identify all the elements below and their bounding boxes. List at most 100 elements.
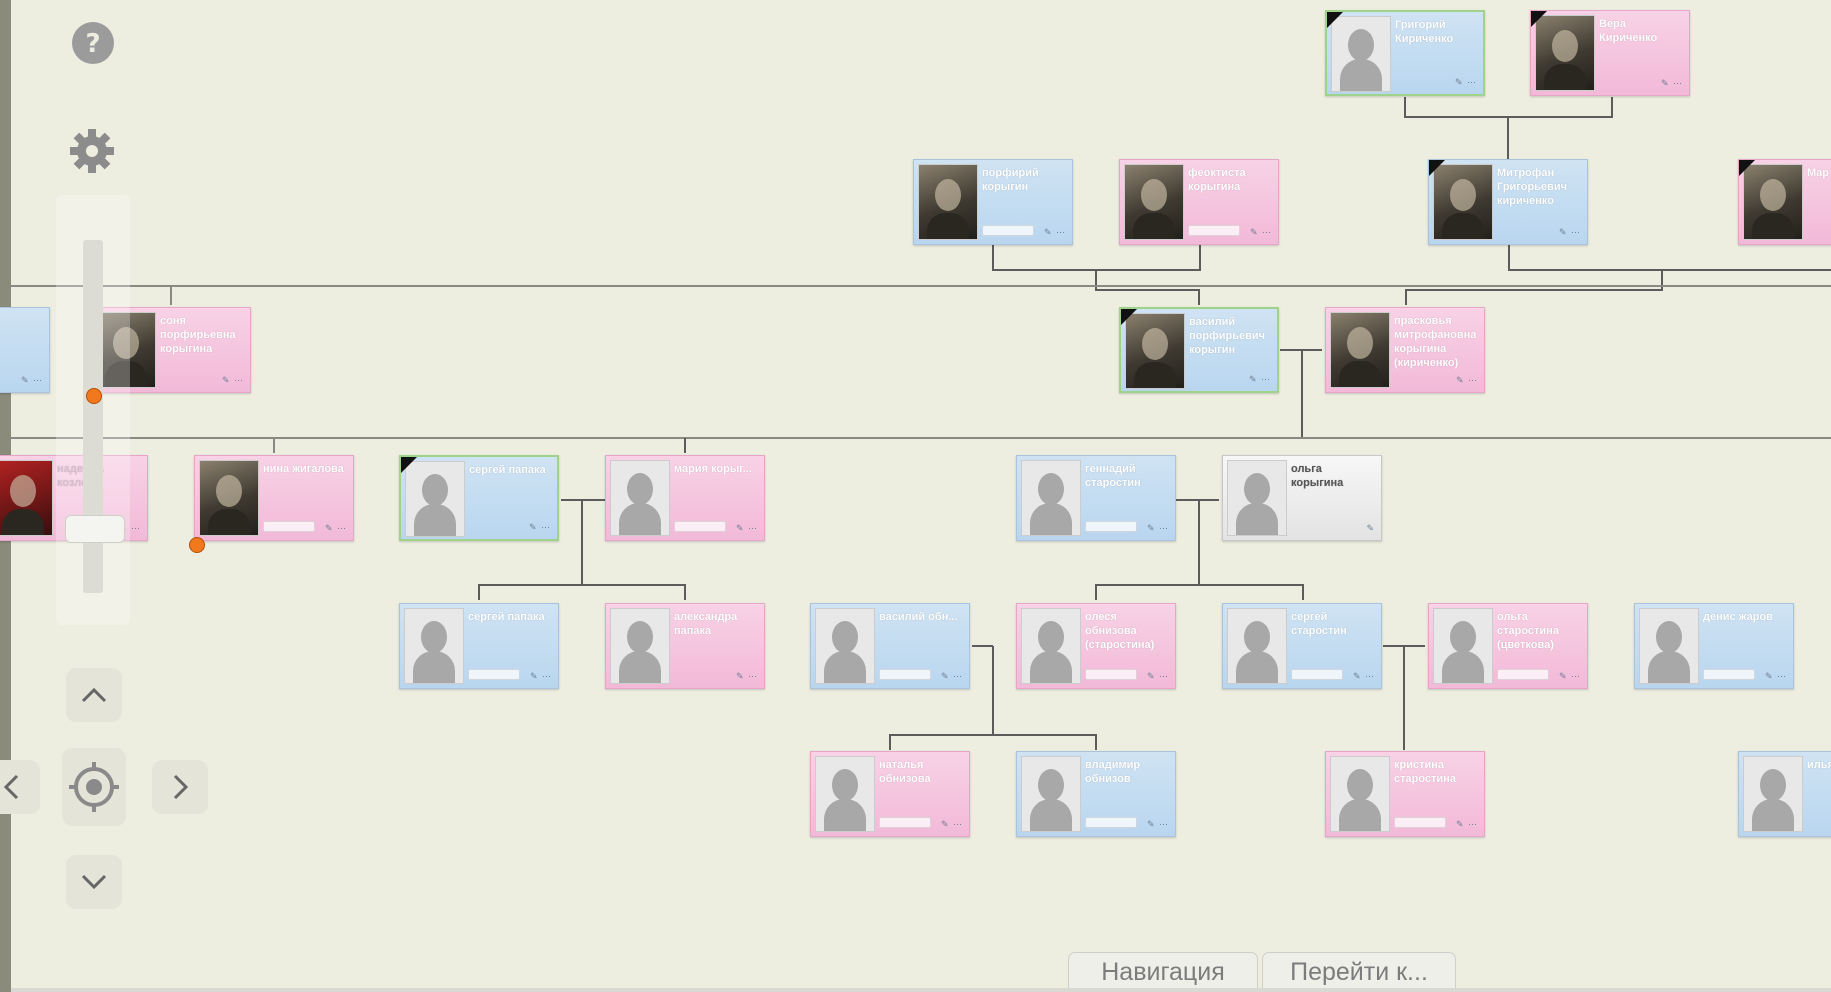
edit-tools-icon[interactable]: ✎ ⋯ (1353, 671, 1375, 682)
person-card[interactable]: Вера Кириченко ✎ ⋯ (1530, 10, 1690, 96)
details-button[interactable] (1085, 521, 1137, 532)
edit-tools-icon[interactable]: ✎ ⋯ (1147, 523, 1169, 534)
hint-badge-icon[interactable] (189, 537, 205, 553)
person-photo (0, 460, 53, 536)
person-card[interactable]: Map Иви кири (1738, 159, 1831, 245)
person-name: владимир обнизов (1085, 759, 1141, 785)
settings-button[interactable] (68, 124, 116, 178)
edit-tools-icon[interactable]: ✎ ⋯ (1559, 227, 1581, 238)
person-card[interactable]: василий обн... ✎ ⋯ (810, 603, 970, 689)
edit-tools-icon[interactable]: ✎ ⋯ (530, 671, 552, 682)
details-button[interactable] (1291, 669, 1343, 680)
person-card[interactable]: илья (1738, 751, 1831, 837)
photo-placeholder (1639, 608, 1699, 684)
locate-icon (62, 748, 126, 826)
person-card[interactable]: наталья обнизова ✎ ⋯ (810, 751, 970, 837)
edit-tools-icon[interactable]: ✎ ⋯ (325, 523, 347, 534)
details-button[interactable] (879, 817, 931, 828)
zoom-slider-handle[interactable] (65, 515, 125, 543)
person-card[interactable]: Григорий Кириченко ✎ ⋯ (1325, 10, 1485, 96)
person-photo (1330, 312, 1390, 388)
edit-tools-icon[interactable]: ✎ ⋯ (1044, 227, 1066, 238)
details-button[interactable] (263, 521, 315, 532)
person-card[interactable]: порфирий корыгин ✎ ⋯ (913, 159, 1073, 245)
photo-placeholder (1330, 756, 1390, 832)
person-card[interactable]: кристина старостина ✎ ⋯ (1325, 751, 1485, 837)
details-button[interactable] (1394, 817, 1446, 828)
details-button[interactable] (674, 521, 726, 532)
details-button[interactable] (1085, 817, 1137, 828)
edit-tools-icon[interactable]: ✎ ⋯ (1456, 819, 1478, 830)
person-card[interactable]: василий порфирьевич корыгин ✎ ⋯ (1119, 307, 1279, 393)
details-button[interactable] (1085, 669, 1137, 680)
person-card[interactable]: нина жигалова ✎ ⋯ (194, 455, 354, 541)
person-name: прасковья митрофановна корыгина (киричен… (1394, 315, 1477, 369)
help-button[interactable]: ? (70, 20, 116, 66)
gear-icon (70, 129, 114, 173)
svg-text:?: ? (85, 29, 100, 59)
person-name: ольга корыгина (1291, 463, 1344, 489)
person-card[interactable]: денис жаров ✎ ⋯ (1634, 603, 1794, 689)
edit-tools-icon[interactable]: ✎ ⋯ (1249, 374, 1271, 385)
person-card[interactable]: феоктиста корыгина ✎ ⋯ (1119, 159, 1279, 245)
photo-placeholder (610, 460, 670, 536)
person-card[interactable]: ольга старостина (цветкова) ✎ ⋯ (1428, 603, 1588, 689)
chevron-up-icon (66, 668, 122, 722)
person-card[interactable]: сергей старостин ✎ ⋯ (1222, 603, 1382, 689)
person-photo (199, 460, 259, 536)
chevron-left-icon (0, 760, 40, 814)
edit-tools-icon[interactable]: ✎ ⋯ (1250, 227, 1272, 238)
edit-tools-icon[interactable]: ✎ ⋯ (529, 522, 551, 533)
edit-tools-icon[interactable]: ✎ ⋯ (1147, 819, 1169, 830)
tab-goto[interactable]: Перейти к... (1262, 952, 1456, 992)
edit-tools-icon[interactable]: ✎ ⋯ (1661, 78, 1683, 89)
person-card[interactable]: олеся обнизова (старостина) ✎ ⋯ (1016, 603, 1176, 689)
person-card[interactable]: владимир обнизов ✎ ⋯ (1016, 751, 1176, 837)
person-card[interactable]: сергей папака ✎ ⋯ (399, 455, 559, 541)
edit-tools-icon[interactable]: ✎ ⋯ (941, 671, 963, 682)
person-name: олеся обнизова (старостина) (1085, 611, 1155, 651)
person-name: Митрофан Григорьевич кириченко (1497, 167, 1567, 207)
edit-tools-icon[interactable]: ✎ ⋯ (21, 375, 43, 386)
person-name: феоктиста корыгина (1188, 167, 1246, 193)
details-button[interactable] (879, 669, 931, 680)
edit-tools-icon[interactable]: ✎ ⋯ (222, 375, 244, 386)
photo-placeholder (1743, 756, 1803, 832)
edit-tools-icon[interactable]: ✎ ⋯ (941, 819, 963, 830)
details-button[interactable] (468, 669, 520, 680)
edit-tools-icon[interactable]: ✎ ⋯ (1456, 375, 1478, 386)
person-card[interactable]: прасковья митрофановна корыгина (киричен… (1325, 307, 1485, 393)
edit-tools-icon[interactable]: ✎ ⋯ (1147, 671, 1169, 682)
edit-tools-icon[interactable]: ✎ (1366, 523, 1375, 534)
edit-tools-icon[interactable]: ✎ ⋯ (1455, 77, 1477, 88)
tab-navigation[interactable]: Навигация (1068, 952, 1258, 992)
person-card[interactable]: мария корыг... ✎ ⋯ (605, 455, 765, 541)
family-tree-canvas[interactable]: Григорий Кириченко ✎ ⋯ Вера Кириченко ✎ … (0, 0, 1831, 992)
photo-placeholder (1433, 608, 1493, 684)
edit-tools-icon[interactable]: ✎ ⋯ (1765, 671, 1787, 682)
bottom-border (11, 988, 1831, 992)
person-card[interactable]: сергей папака ✎ ⋯ (399, 603, 559, 689)
edit-tools-icon[interactable]: ✎ ⋯ (736, 671, 758, 682)
person-name: порфирий корыгин (982, 167, 1039, 193)
details-button[interactable] (982, 225, 1034, 236)
hint-badge-icon[interactable] (86, 388, 102, 404)
help-circle-icon: ? (72, 22, 114, 64)
photo-placeholder (1021, 756, 1081, 832)
person-name: кристина старостина (1394, 759, 1456, 785)
person-card[interactable]: ✎ ⋯ (0, 307, 50, 393)
edit-tools-icon[interactable]: ✎ ⋯ (1559, 671, 1581, 682)
person-card[interactable]: Митрофан Григорьевич кириченко ✎ ⋯ (1428, 159, 1588, 245)
person-name: соня порфирьевна корыгина (160, 315, 236, 355)
edit-tools-icon[interactable]: ✎ ⋯ (736, 523, 758, 534)
details-button[interactable] (1703, 669, 1755, 680)
person-name: сергей папака (468, 611, 545, 623)
person-card[interactable]: александра папака ✎ ⋯ (605, 603, 765, 689)
person-name: наталья обнизова (879, 759, 931, 785)
person-card[interactable]: ольга корыгина ✎ (1222, 455, 1382, 541)
deceased-ribbon-icon (1739, 160, 1755, 176)
person-card[interactable]: геннадий старостин ✎ ⋯ (1016, 455, 1176, 541)
details-button[interactable] (1497, 669, 1549, 680)
details-button[interactable] (1188, 225, 1240, 236)
person-name: александра папака (674, 611, 738, 637)
